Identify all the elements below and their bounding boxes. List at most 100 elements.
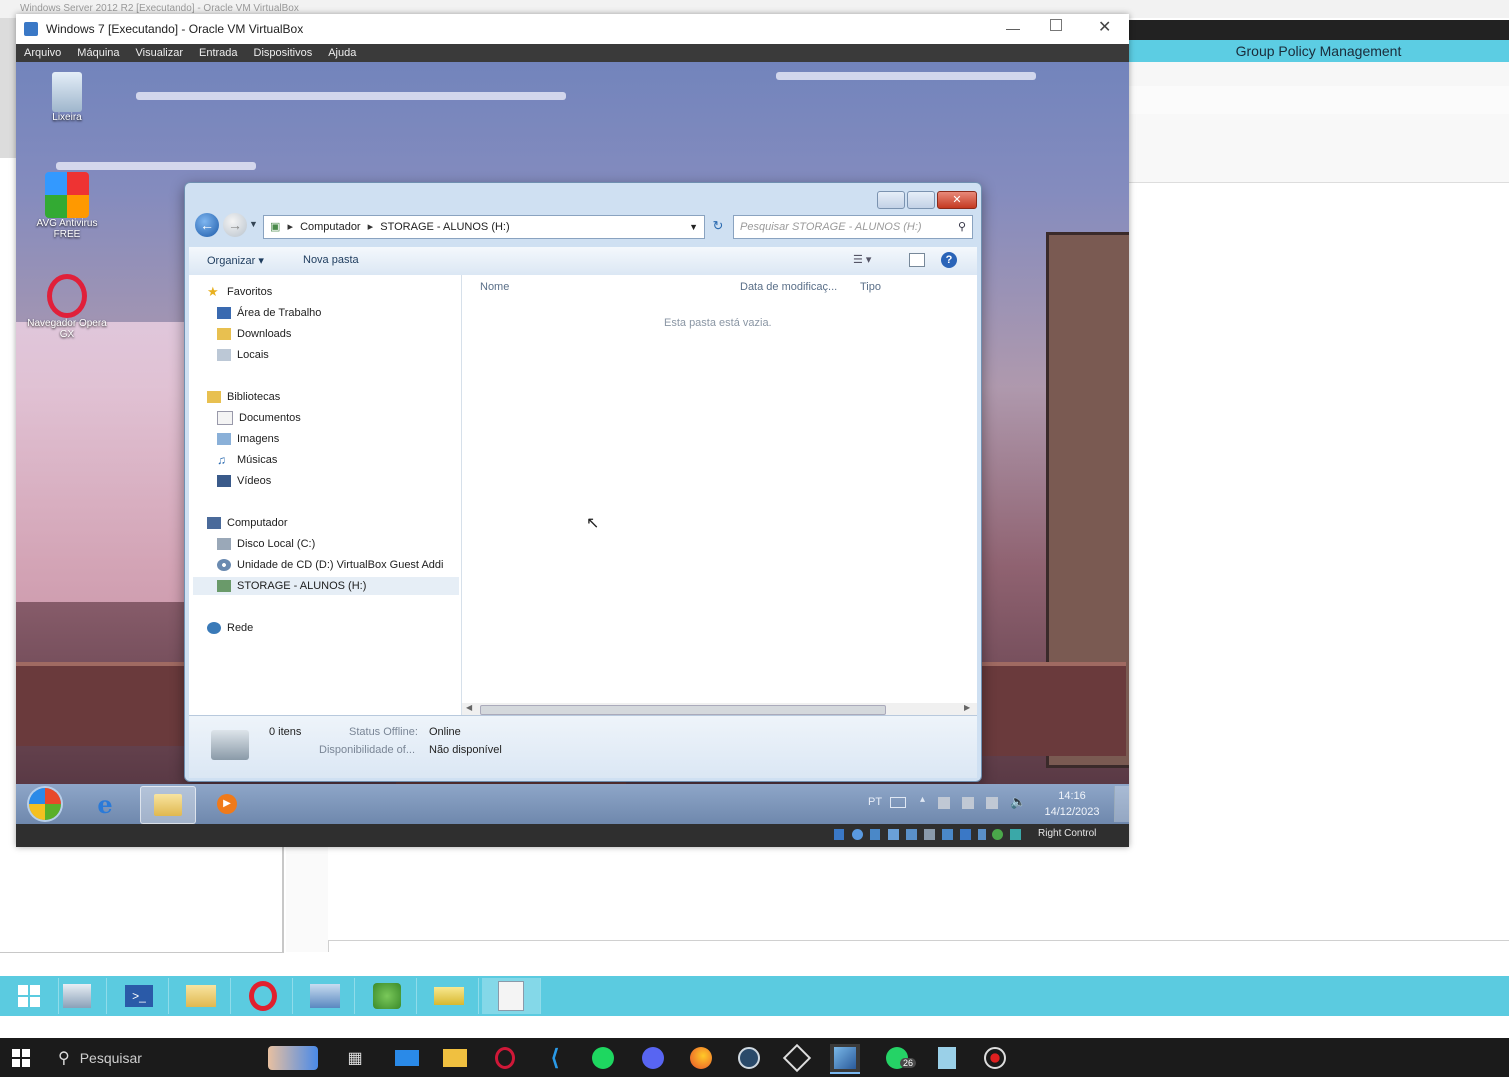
optical-status-icon[interactable] — [852, 829, 863, 840]
remote-desktop-button[interactable] — [296, 978, 355, 1014]
gpm-splitter[interactable] — [286, 846, 329, 952]
language-indicator[interactable]: PT — [868, 796, 882, 808]
tray-app-icon[interactable] — [962, 797, 974, 809]
nav-item-videos[interactable]: Vídeos — [217, 472, 271, 490]
audio-status-icon[interactable] — [870, 829, 880, 840]
close-icon[interactable]: ✕ — [937, 191, 977, 209]
back-icon[interactable]: ← — [195, 213, 219, 237]
desktop-icon-avg[interactable]: AVG Antivirus FREE — [22, 172, 112, 240]
search-input[interactable]: Pesquisar STORAGE - ALUNOS (H:) ⚲ — [733, 215, 973, 239]
scroll-left-icon[interactable]: ◀ — [466, 703, 472, 712]
refresh-icon[interactable]: ↻ — [707, 215, 729, 237]
column-header-name[interactable]: Nome — [480, 281, 509, 293]
new-folder-button[interactable]: Nova pasta — [303, 254, 359, 266]
taskbar-cube-app[interactable] — [782, 1043, 812, 1073]
nav-computer[interactable]: Computador — [207, 514, 288, 532]
show-desktop-button[interactable] — [1114, 786, 1129, 822]
minimize-icon[interactable] — [877, 191, 905, 209]
horizontal-scrollbar[interactable]: ◀ ▶ — [462, 703, 977, 715]
recording-status-icon[interactable] — [960, 829, 971, 840]
address-bar[interactable]: ▣ ▸ Computador ▸ STORAGE - ALUNOS (H:) ▼ — [263, 215, 705, 239]
volume-icon[interactable]: 🔈 — [1010, 794, 1026, 810]
nav-item-music[interactable]: ♫ Músicas — [217, 451, 277, 469]
search-icon[interactable]: ⚲ — [958, 216, 966, 238]
taskbar-recorder[interactable] — [980, 1044, 1010, 1072]
notepad-button[interactable] — [482, 978, 541, 1014]
taskbar-file-explorer[interactable] — [440, 1044, 470, 1072]
guest-start-button[interactable] — [18, 786, 72, 822]
taskbar-notepad[interactable] — [932, 1044, 962, 1072]
recycle-button[interactable] — [358, 978, 417, 1014]
taskbar-opera-gx[interactable] — [490, 1044, 520, 1072]
keyboard-icon[interactable] — [890, 797, 906, 808]
nav-network[interactable]: Rede — [207, 619, 253, 637]
opera-button[interactable] — [234, 978, 293, 1014]
taskbar-vscode[interactable]: ⟨ — [540, 1044, 570, 1072]
nav-item-downloads[interactable]: Downloads — [217, 325, 291, 343]
file-explorer-button[interactable] — [172, 978, 231, 1014]
nav-item-documents[interactable]: Documentos — [217, 409, 301, 427]
network-status-icon[interactable] — [888, 829, 899, 840]
taskbar-discord[interactable] — [638, 1044, 668, 1072]
powershell-button[interactable]: >_ — [110, 978, 169, 1014]
nav-libraries[interactable]: Bibliotecas — [207, 388, 280, 406]
cpu-status-icon[interactable] — [992, 829, 1003, 840]
server-manager-button[interactable] — [48, 978, 107, 1014]
nav-favorites[interactable]: ★ Favoritos — [207, 283, 272, 301]
forward-icon[interactable]: → — [223, 213, 247, 237]
scroll-thumb[interactable] — [480, 705, 886, 715]
display-status-icon[interactable] — [942, 829, 953, 840]
column-header-type[interactable]: Tipo — [860, 281, 881, 293]
taskbar-steam[interactable] — [734, 1044, 764, 1072]
news-widget[interactable] — [262, 1044, 324, 1072]
action-center-icon[interactable] — [938, 797, 950, 809]
menu-visualizar[interactable]: Visualizar — [128, 44, 192, 62]
desktop-icon-opera[interactable]: Navegador Opera GX — [22, 274, 112, 340]
nav-item-storage-h[interactable]: STORAGE - ALUNOS (H:) — [193, 577, 459, 595]
nav-item-desktop[interactable]: Área de Trabalho — [217, 304, 321, 322]
nav-item-drive-c[interactable]: Disco Local (C:) — [217, 535, 315, 553]
network-icon[interactable] — [986, 797, 998, 809]
keyboard-capture-icon[interactable] — [1010, 829, 1021, 840]
usb-status-icon[interactable] — [906, 829, 917, 840]
help-icon[interactable]: ? — [941, 252, 957, 268]
maximize-icon[interactable] — [907, 191, 935, 209]
mouse-integration-icon[interactable] — [978, 829, 986, 840]
minimize-icon[interactable]: — — [1006, 20, 1020, 36]
taskbar-virtualbox[interactable] — [830, 1044, 860, 1074]
nav-item-cd-d[interactable]: Unidade de CD (D:) VirtualBox Guest Addi — [217, 556, 443, 574]
taskbar-mail[interactable] — [392, 1044, 422, 1072]
menu-dispositivos[interactable]: Dispositivos — [246, 44, 321, 62]
menu-arquivo[interactable]: Arquivo — [16, 44, 69, 62]
mail-button[interactable] — [420, 978, 479, 1014]
nav-item-pictures[interactable]: Imagens — [217, 430, 279, 448]
column-header-date[interactable]: Data de modificaç... — [740, 281, 837, 293]
taskbar-firefox[interactable] — [686, 1044, 716, 1072]
tray-expand-icon[interactable]: ▴ — [920, 794, 925, 805]
desktop-icon-recycle-bin[interactable]: Lixeira — [22, 72, 112, 123]
guest-taskbar-media-player[interactable]: ▶ — [200, 786, 254, 822]
taskbar-spotify[interactable] — [588, 1044, 618, 1072]
view-options-icon[interactable]: ☰ ▾ — [853, 253, 871, 266]
maximize-icon[interactable] — [1050, 19, 1062, 31]
history-dropdown-icon[interactable]: ▼ — [249, 219, 258, 229]
close-icon[interactable]: ✕ — [1098, 17, 1111, 37]
clock[interactable]: 14:16 14/12/2023 — [1036, 788, 1108, 820]
nav-item-recent[interactable]: Locais — [217, 346, 269, 364]
menu-entrada[interactable]: Entrada — [191, 44, 246, 62]
address-dropdown-icon[interactable]: ▼ — [689, 216, 698, 238]
guest-taskbar-ie[interactable]: e — [78, 786, 132, 822]
breadcrumb-computador[interactable]: Computador — [300, 221, 361, 233]
menu-ajuda[interactable]: Ajuda — [320, 44, 364, 62]
menu-maquina[interactable]: Máquina — [69, 44, 127, 62]
task-view-button[interactable]: ▦ — [340, 1044, 370, 1072]
shared-folders-icon[interactable] — [924, 829, 935, 840]
taskbar-whatsapp[interactable]: 26 — [882, 1044, 917, 1072]
organize-button[interactable]: Organizar ▾ — [207, 254, 264, 267]
breadcrumb-storage[interactable]: STORAGE - ALUNOS (H:) — [380, 221, 509, 233]
preview-pane-icon[interactable] — [909, 253, 925, 267]
hdd-status-icon[interactable] — [834, 829, 844, 840]
guest-taskbar-explorer[interactable] — [140, 786, 196, 824]
win10-search-box[interactable]: ⚲ Pesquisar — [50, 1042, 246, 1074]
win10-start-button[interactable] — [6, 1044, 36, 1072]
